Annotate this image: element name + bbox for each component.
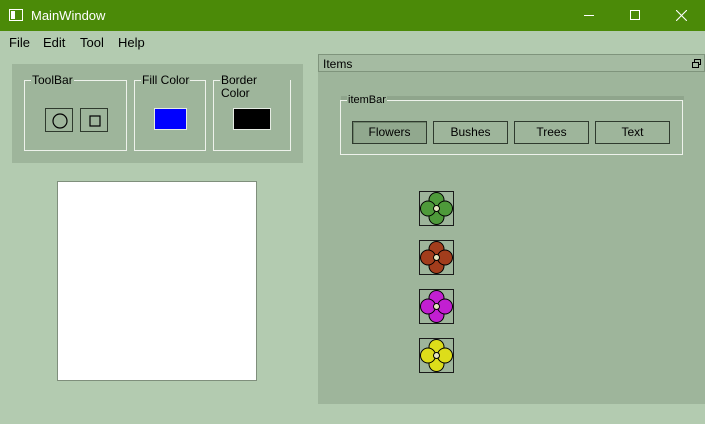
menu-help[interactable]: Help [118,35,145,50]
flower-icon [420,241,453,274]
menu-tool[interactable]: Tool [80,35,104,50]
maximize-icon [630,10,640,20]
circle-icon [52,113,68,129]
app-window-icon [9,9,23,21]
flower-item[interactable] [419,240,454,275]
window-title: MainWindow [31,8,106,23]
dock-titlebar[interactable]: Items [318,54,705,72]
itembar-group: itemBar Flowers Bushes Trees Text [340,94,684,155]
items-dock: Items itemBar Flowers Bushes Trees Text [318,54,705,404]
flower-icon [420,339,453,372]
close-button[interactable] [658,0,704,31]
tab-bushes[interactable]: Bushes [433,121,508,144]
flower-item[interactable] [419,289,454,324]
border-color-title: Border Color [220,74,290,100]
tab-flowers[interactable]: Flowers [352,121,427,144]
border-color-swatch[interactable] [233,108,271,130]
minimize-icon [584,15,594,16]
square-icon [89,115,101,127]
border-color-group: Border Color [213,74,291,151]
fill-color-group: Fill Color [134,74,206,151]
itembar-title: itemBar [347,94,387,106]
flower-icon [420,192,453,225]
menu-file[interactable]: File [9,35,30,50]
flower-item[interactable] [419,338,454,373]
rectangle-tool-button[interactable] [80,108,108,132]
fill-color-swatch[interactable] [154,108,187,130]
close-icon [676,10,687,21]
fill-color-title: Fill Color [141,73,191,87]
toolbar-panel: ToolBar Fill Color Border Color [12,64,303,163]
maximize-button[interactable] [612,0,658,31]
float-dock-icon[interactable] [692,59,701,68]
window-titlebar[interactable]: MainWindow [0,0,705,31]
menu-bar: File Edit Tool Help [0,31,705,53]
drawing-canvas[interactable] [57,181,257,381]
circle-tool-button[interactable] [45,108,73,132]
toolbar-group: ToolBar [24,74,127,151]
dock-title: Items [323,57,353,71]
minimize-button[interactable] [566,0,612,31]
toolbar-group-title: ToolBar [31,73,74,87]
tab-text[interactable]: Text [595,121,670,144]
flower-item[interactable] [419,191,454,226]
menu-edit[interactable]: Edit [43,35,65,50]
tab-trees[interactable]: Trees [514,121,589,144]
flower-icon [420,290,453,323]
